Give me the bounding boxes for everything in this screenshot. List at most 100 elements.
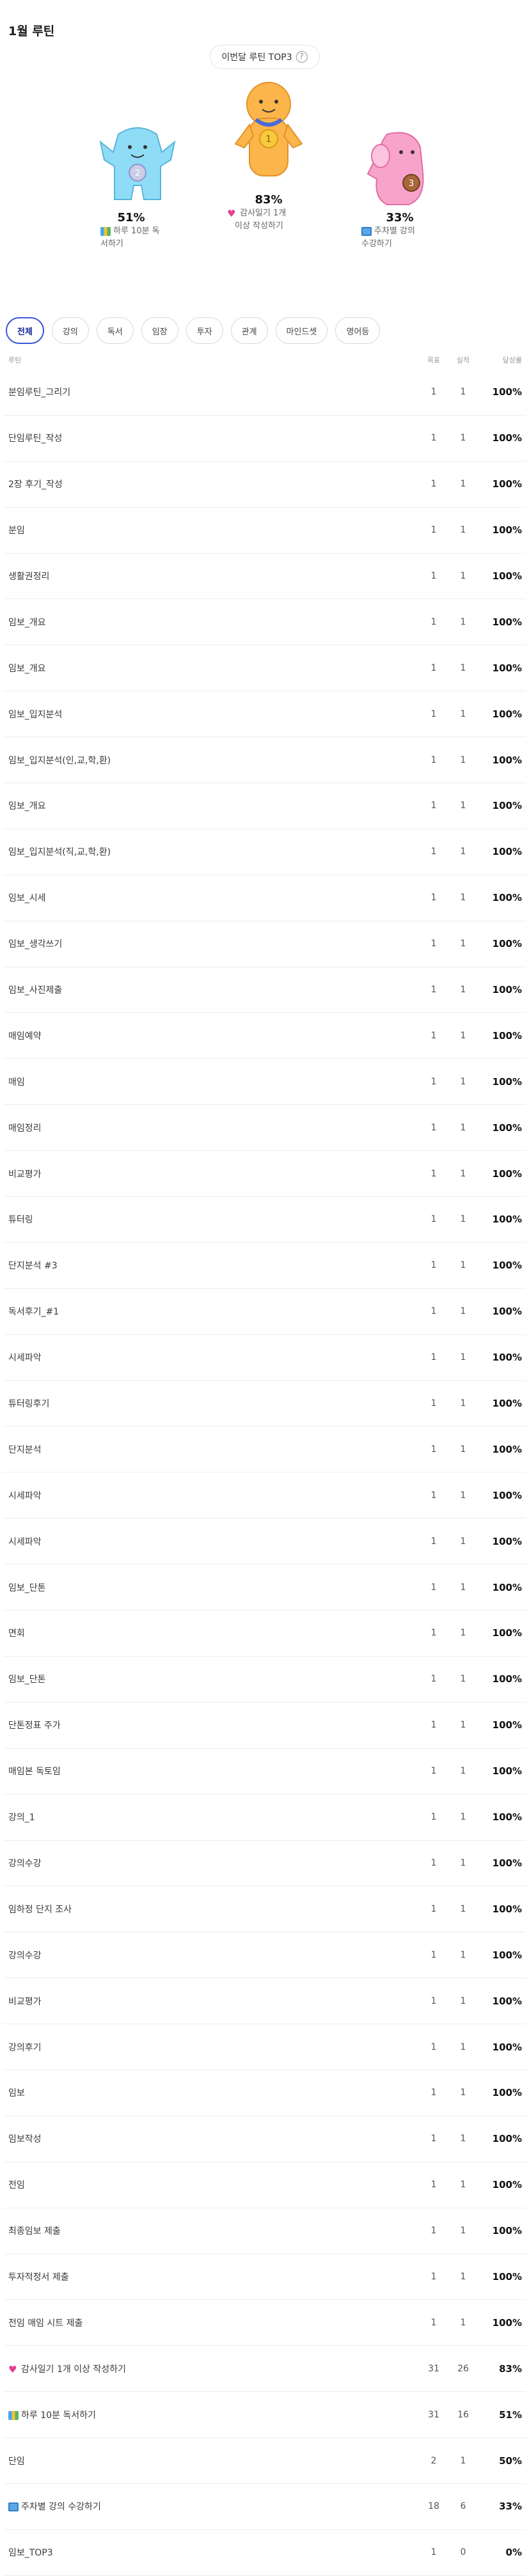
table-row[interactable]: 전임 1 1 100% (3, 2162, 526, 2208)
table-row[interactable]: 단톤정표 주가 1 1 100% (3, 1703, 526, 1749)
table-row[interactable]: 하루 10분 독서하기 31 16 51% (3, 2392, 526, 2439)
table-row[interactable]: 매임정리 1 1 100% (3, 1105, 526, 1151)
routine-done: 1 (460, 1076, 466, 1087)
routine-done: 1 (460, 1398, 466, 1409)
table-header: 루틴 목표 실적 달성률 (3, 350, 526, 370)
filter-chip[interactable]: 영어등 (335, 317, 381, 344)
filter-chip[interactable]: 마인드셋 (275, 317, 328, 344)
table-row[interactable]: 단지분석 1 1 100% (3, 1426, 526, 1473)
monitor-icon (361, 226, 372, 236)
routine-done: 1 (460, 800, 466, 811)
routine-done: 1 (460, 525, 466, 536)
table-row[interactable]: 임보_사진제출 1 1 100% (3, 967, 526, 1013)
routine-goal: 18 (428, 2501, 439, 2512)
table-row[interactable]: 비교평가 1 1 100% (3, 1151, 526, 1198)
table-row[interactable]: 강의수강 1 1 100% (3, 1841, 526, 1887)
table-row[interactable]: 주차별 강의 수강하기 18 6 33% (3, 2484, 526, 2530)
routine-goal: 2 (430, 2455, 437, 2466)
table-row[interactable]: 단임루틴_작성 1 1 100% (3, 416, 526, 462)
table-row[interactable]: 임보_TOP3 1 0 0% (3, 2530, 526, 2576)
table-row[interactable]: 임보_개요 1 1 100% (3, 645, 526, 692)
table-row[interactable]: 임보_입지분석(직,교,학,환) 1 1 100% (3, 829, 526, 875)
filter-chip[interactable]: 투자 (186, 317, 223, 344)
second-label: 하루 10분 독 서하기 (100, 226, 160, 249)
routine-goal: 1 (430, 893, 437, 903)
filter-chip[interactable]: 관계 (230, 317, 268, 344)
filter-chip[interactable]: 강의 (51, 317, 89, 344)
table-row[interactable]: 독서후기_#1 1 1 100% (3, 1289, 526, 1335)
table-row[interactable]: 분임루틴_그리기 1 1 100% (3, 370, 526, 416)
table-row[interactable]: 임보_단톤 1 1 100% (3, 1565, 526, 1611)
table-row[interactable]: 임보_생각쓰기 1 1 100% (3, 921, 526, 967)
routine-goal: 1 (430, 1444, 437, 1455)
third-place-character: 3 (367, 132, 424, 205)
table-row[interactable]: ♥ 감사일기 1개 이상 작성하기 31 26 83% (3, 2346, 526, 2393)
filter-chip[interactable]: 임장 (141, 317, 178, 344)
routine-goal: 1 (430, 1352, 437, 1363)
table-row[interactable]: 면회 1 1 100% (3, 1611, 526, 1657)
routine-rate: 100% (492, 1214, 522, 1226)
routine-goal: 1 (430, 2547, 437, 2558)
table-row[interactable]: 강의후기 1 1 100% (3, 2024, 526, 2070)
table-row[interactable]: 임보_입지분석(인,교,학,환) 1 1 100% (3, 737, 526, 784)
filter-chip[interactable]: 독서 (96, 317, 134, 344)
table-row[interactable]: 임보_시세 1 1 100% (3, 875, 526, 921)
table-row[interactable]: 임보_단톤 1 1 100% (3, 1657, 526, 1703)
table-row[interactable]: 임보_개요 1 1 100% (3, 783, 526, 829)
table-row[interactable]: 비교평가 1 1 100% (3, 1978, 526, 2025)
routine-rate: 100% (492, 616, 522, 628)
table-row[interactable]: 임보_입지분석 1 1 100% (3, 691, 526, 738)
table-row[interactable]: 시세파악 1 1 100% (3, 1335, 526, 1381)
table-row[interactable]: 강의_1 1 1 100% (3, 1795, 526, 1841)
routine-name: ♥ 감사일기 1개 이상 작성하기 (8, 2363, 126, 2375)
routine-rate: 100% (492, 1627, 522, 1639)
table-row[interactable]: 단임 2 1 50% (3, 2438, 526, 2484)
routine-name: 튜터링 (8, 1215, 33, 1226)
second-percent: 51% (117, 211, 145, 224)
routine-done: 1 (460, 1168, 466, 1179)
routine-rate: 100% (492, 1765, 522, 1777)
table-row[interactable]: 임보 1 1 100% (3, 2070, 526, 2116)
routine-goal: 1 (430, 2180, 437, 2190)
routine-goal: 1 (430, 1490, 437, 1501)
routine-done: 1 (460, 1949, 466, 1960)
routine-rate: 100% (492, 1167, 522, 1180)
table-row[interactable]: 2장 후기_작성 1 1 100% (3, 462, 526, 508)
table-row[interactable]: 시세파악 1 1 100% (3, 1518, 526, 1565)
routine-name: 생활권정리 (8, 572, 50, 582)
third-label: 주차별 강의 수강하기 (361, 226, 415, 249)
table-row[interactable]: 분임 1 1 100% (3, 508, 526, 554)
table-row[interactable]: 생활권정리 1 1 100% (3, 554, 526, 600)
routine-goal: 1 (430, 2317, 437, 2328)
routine-goal: 1 (430, 1949, 437, 1960)
routine-rate: 100% (492, 432, 522, 444)
table-row[interactable]: 단지분석 #3 1 1 100% (3, 1243, 526, 1289)
routine-done: 1 (460, 1812, 466, 1823)
table-row[interactable]: 투자적정서 제출 1 1 100% (3, 2254, 526, 2300)
routine-done: 1 (460, 1260, 466, 1271)
table-row[interactable]: 최종임보 제출 1 1 100% (3, 2208, 526, 2254)
routine-goal: 1 (430, 525, 437, 536)
heart-icon: ♥ (227, 207, 236, 219)
filter-chip[interactable]: 전체 (6, 317, 44, 344)
table-row[interactable]: 튜터링 1 1 100% (3, 1197, 526, 1243)
routine-done: 1 (460, 2271, 466, 2282)
info-icon[interactable]: ? (296, 51, 308, 63)
table-row[interactable]: 매임 1 1 100% (3, 1059, 526, 1105)
table-row[interactable]: 튜터링후기 1 1 100% (3, 1381, 526, 1427)
routine-done: 1 (460, 1352, 466, 1363)
table-row[interactable]: 시세파악 1 1 100% (3, 1472, 526, 1519)
table-row[interactable]: 임보작성 1 1 100% (3, 2116, 526, 2162)
routine-rate: 100% (492, 1029, 522, 1042)
routine-done: 1 (460, 2134, 466, 2144)
routine-goal: 1 (430, 1812, 437, 1823)
table-row[interactable]: 강의수강 1 1 100% (3, 1932, 526, 1979)
routine-name: 단지분석 (8, 1444, 42, 1455)
table-row[interactable]: 매임예약 1 1 100% (3, 1013, 526, 1059)
table-row[interactable]: 임하정 단지 조사 1 1 100% (3, 1886, 526, 1933)
table-row[interactable]: 전임 매임 시트 제출 1 1 100% (3, 2300, 526, 2346)
table-row[interactable]: 매임본 독토임 1 1 100% (3, 1749, 526, 1795)
top3-title-pill[interactable]: 이번달 루틴 TOP3 ? (209, 45, 320, 69)
table-row[interactable]: 임보_개요 1 1 100% (3, 599, 526, 646)
routine-goal: 1 (430, 1168, 437, 1179)
